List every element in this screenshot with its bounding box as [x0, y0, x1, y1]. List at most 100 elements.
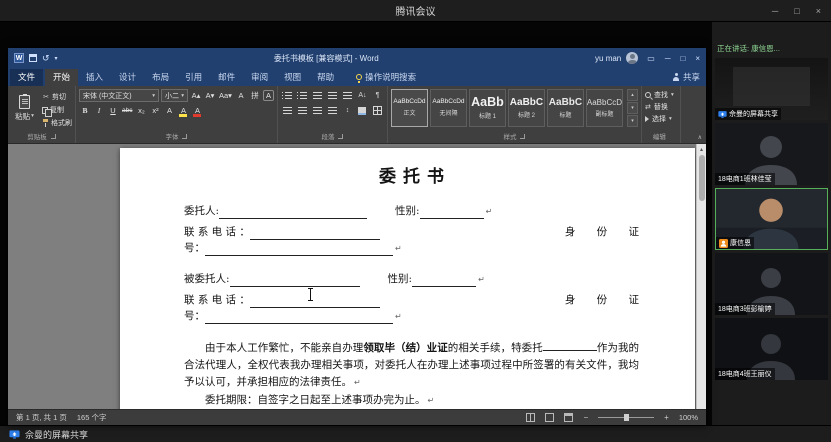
zoom-slider-thumb[interactable] [624, 414, 630, 421]
zoom-in-button[interactable]: + [664, 413, 669, 422]
sort-button[interactable]: A↓ [356, 89, 369, 102]
participant-tile[interactable]: 18电商3班彭榆婷 [715, 253, 828, 315]
find-button[interactable]: 查找 ▾ [644, 89, 674, 101]
word-count[interactable]: 165 个字 [77, 412, 107, 423]
dialog-launcher-icon[interactable] [520, 133, 526, 139]
signed-in-user[interactable]: yu man [595, 54, 621, 63]
grow-font-button[interactable]: A▴ [190, 89, 202, 102]
style-no-spacing[interactable]: AaBbCcDd 无间隔 [429, 89, 467, 127]
document-page[interactable]: 委托书 委托人: 性别: ↵ 联 系 电 话 ： 身 份 证 号： ↵ 被委托人… [120, 148, 695, 409]
bullet-list-icon [282, 92, 293, 99]
copy-button[interactable]: 复制 [42, 105, 72, 117]
format-painter-button[interactable]: 格式刷 [42, 118, 72, 128]
tab-design[interactable]: 设计 [111, 69, 144, 86]
superscript-button[interactable]: x² [149, 104, 161, 117]
tell-me-search[interactable]: 操作说明搜索 [356, 71, 416, 86]
tab-mailings[interactable]: 邮件 [210, 69, 243, 86]
zoom-level[interactable]: 100% [679, 413, 698, 422]
gallery-scroll-down-icon[interactable]: ▾ [626, 102, 638, 114]
align-right-button[interactable] [311, 104, 324, 117]
participant-tile[interactable]: 18电商1班林佳莹 [715, 123, 828, 185]
style-subtitle[interactable]: AaBbCcD 副标题 [585, 89, 623, 127]
style-title[interactable]: AaBbC 标题 [546, 89, 584, 127]
character-border-button[interactable]: A [262, 90, 274, 101]
dialog-launcher-icon[interactable] [338, 133, 344, 139]
numbered-list-button[interactable] [296, 89, 309, 102]
line-spacing-button[interactable]: ↕ [341, 104, 354, 117]
paragraph-mark: ↵ [354, 378, 361, 387]
word-close-button[interactable]: × [695, 54, 700, 63]
paste-button[interactable]: 粘贴 ▾ [11, 89, 38, 127]
undo-icon[interactable]: ↺ [42, 53, 50, 63]
cut-button[interactable]: ✂ 剪切 [42, 92, 72, 102]
shading-button[interactable] [356, 104, 369, 117]
font-name-select[interactable]: 宋体 (中文正文) ▾ [79, 89, 159, 102]
underline-button[interactable]: U [107, 104, 119, 117]
show-formatting-marks-button[interactable]: ¶ [371, 89, 384, 102]
change-case-button[interactable]: Aa▾ [218, 89, 233, 102]
tab-layout[interactable]: 布局 [144, 69, 177, 86]
font-color-button[interactable]: A [191, 104, 203, 117]
read-mode-button[interactable] [526, 413, 536, 422]
font-size-select[interactable]: 小二 ▾ [161, 89, 188, 102]
style-normal[interactable]: AaBbCcDd 正文 [390, 89, 428, 127]
bullet-list-button[interactable] [281, 89, 294, 102]
zoom-out-button[interactable]: − [583, 413, 588, 422]
style-heading-1[interactable]: AaBb 标题 1 [468, 89, 506, 127]
participant-tile-active-speaker[interactable]: 康信恩 [715, 188, 828, 250]
participant-tile[interactable]: 18电商4班王丽仪 [715, 318, 828, 380]
dialog-launcher-icon[interactable] [50, 133, 56, 139]
tab-insert[interactable]: 插入 [78, 69, 111, 86]
gallery-scroll-up-icon[interactable]: ▴ [626, 89, 638, 101]
text-effects-button[interactable]: A [163, 104, 175, 117]
web-layout-button[interactable] [564, 413, 574, 422]
italic-button[interactable]: I [93, 104, 105, 117]
shrink-font-button[interactable]: A▾ [204, 89, 216, 102]
align-center-button[interactable] [296, 104, 309, 117]
replace-button[interactable]: ⇄ 替换 [645, 101, 674, 113]
close-button[interactable]: × [816, 6, 821, 16]
vertical-scrollbar[interactable]: ▴ [696, 144, 706, 409]
participant-tile-screen-share[interactable]: 佘曼的屏幕共享 [715, 58, 828, 120]
strikethrough-button[interactable]: abc [121, 104, 133, 117]
style-heading-2[interactable]: AaBbC 标题 2 [507, 89, 545, 127]
ribbon-display-options-icon[interactable]: ▭ [647, 54, 655, 63]
clear-formatting-button[interactable]: A [235, 89, 247, 102]
tab-references[interactable]: 引用 [177, 69, 210, 86]
maximize-button[interactable]: □ [794, 6, 799, 16]
scrollbar-thumb[interactable] [698, 155, 705, 201]
styles-group: AaBbCcDd 正文 AaBbCcDd 无间隔 AaBb 标题 1 AaBbC… [388, 86, 642, 143]
share-button[interactable]: 共享 [673, 71, 700, 86]
align-left-button[interactable] [281, 104, 294, 117]
borders-button[interactable] [371, 104, 384, 117]
quick-access-customize-icon[interactable]: ▾ [55, 55, 58, 62]
gallery-more-icon[interactable]: ▾ [626, 115, 638, 127]
decrease-indent-button[interactable] [326, 89, 339, 102]
tab-view[interactable]: 视图 [276, 69, 309, 86]
tab-file[interactable]: 文件 [10, 69, 44, 86]
zoom-slider[interactable] [598, 414, 655, 421]
increase-indent-button[interactable] [341, 89, 354, 102]
select-cursor-icon [644, 116, 649, 122]
minimize-button[interactable]: ─ [772, 6, 778, 16]
subscript-button[interactable]: x₂ [135, 104, 147, 117]
select-button[interactable]: 选择 ▾ [644, 113, 674, 125]
tab-review[interactable]: 审阅 [243, 69, 276, 86]
multilevel-list-button[interactable] [311, 89, 324, 102]
share-status-label: 佘曼的屏幕共享 [25, 429, 89, 440]
phonetic-guide-button[interactable]: 拼 [249, 89, 261, 102]
tab-help[interactable]: 帮助 [309, 69, 342, 86]
user-avatar[interactable] [626, 52, 639, 64]
word-maximize-button[interactable]: □ [680, 54, 685, 63]
print-layout-button[interactable] [545, 413, 555, 422]
justify-button[interactable] [326, 104, 339, 117]
page-indicator[interactable]: 第 1 页, 共 1 页 [16, 412, 67, 423]
save-icon[interactable] [29, 54, 37, 62]
scroll-up-icon[interactable]: ▴ [700, 144, 703, 155]
word-minimize-button[interactable]: ─ [665, 54, 671, 63]
collapse-ribbon-icon[interactable]: ∧ [698, 134, 702, 141]
bold-button[interactable]: B [79, 104, 91, 117]
highlight-color-button[interactable]: A [177, 104, 189, 117]
tab-home[interactable]: 开始 [45, 69, 79, 86]
dialog-launcher-icon[interactable] [182, 133, 188, 139]
